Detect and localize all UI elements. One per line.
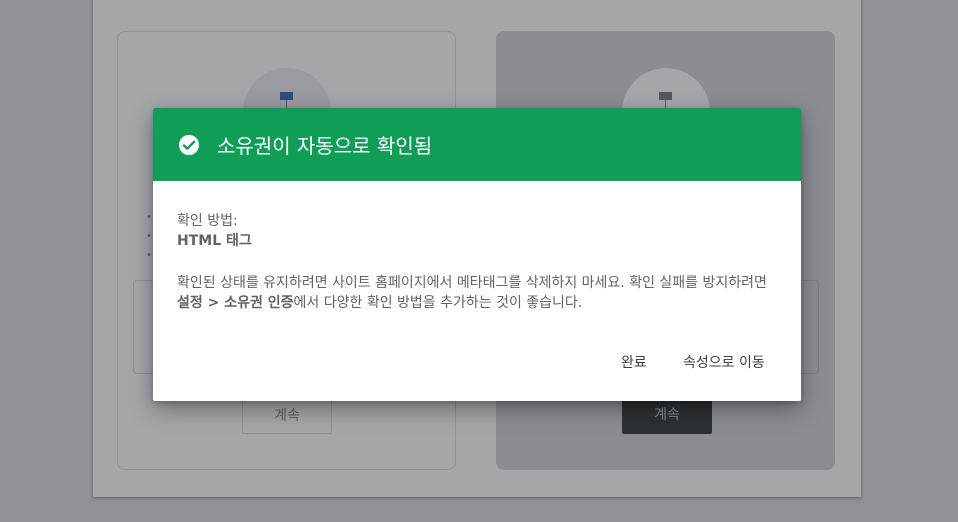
dialog-header: 소유권이 자동으로 확인됨 <box>153 108 801 181</box>
flag-icon <box>280 92 293 100</box>
continue-button-domain[interactable]: 계속 <box>242 398 332 434</box>
go-to-property-button[interactable]: 속성으로 이동 <box>675 345 773 381</box>
description-text-end: 에서 다양한 확인 방법을 추가하는 것이 좋습니다. <box>293 295 583 311</box>
dialog-description: 확인된 상태를 유지하려면 사이트 홈페이지에서 메타태그를 삭제하지 마세요.… <box>177 273 777 313</box>
verification-method-value: HTML 태그 <box>177 233 252 249</box>
card-input-box <box>798 280 819 374</box>
ownership-verified-dialog: 소유권이 자동으로 확인됨 확인 방법: HTML 태그 확인된 상태를 유지하… <box>153 108 801 401</box>
dialog-body: 확인 방법: HTML 태그 확인된 상태를 유지하려면 사이트 홈페이지에서 … <box>153 181 801 313</box>
continue-button-url-prefix[interactable]: 계속 <box>622 398 712 434</box>
flag-icon <box>659 92 672 100</box>
done-button[interactable]: 완료 <box>613 345 655 381</box>
card-bullet-list: • • • <box>146 212 152 261</box>
dialog-actions: 완료 속성으로 이동 <box>153 331 801 401</box>
description-text: 확인된 상태를 유지하려면 사이트 홈페이지에서 메타태그를 삭제하지 마세요.… <box>177 275 767 291</box>
dialog-title: 소유권이 자동으로 확인됨 <box>217 134 433 158</box>
verification-method-label: 확인 방법: <box>177 213 238 229</box>
check-circle-icon <box>178 134 200 156</box>
settings-path: 설정 > 소유권 인증 <box>177 295 294 311</box>
